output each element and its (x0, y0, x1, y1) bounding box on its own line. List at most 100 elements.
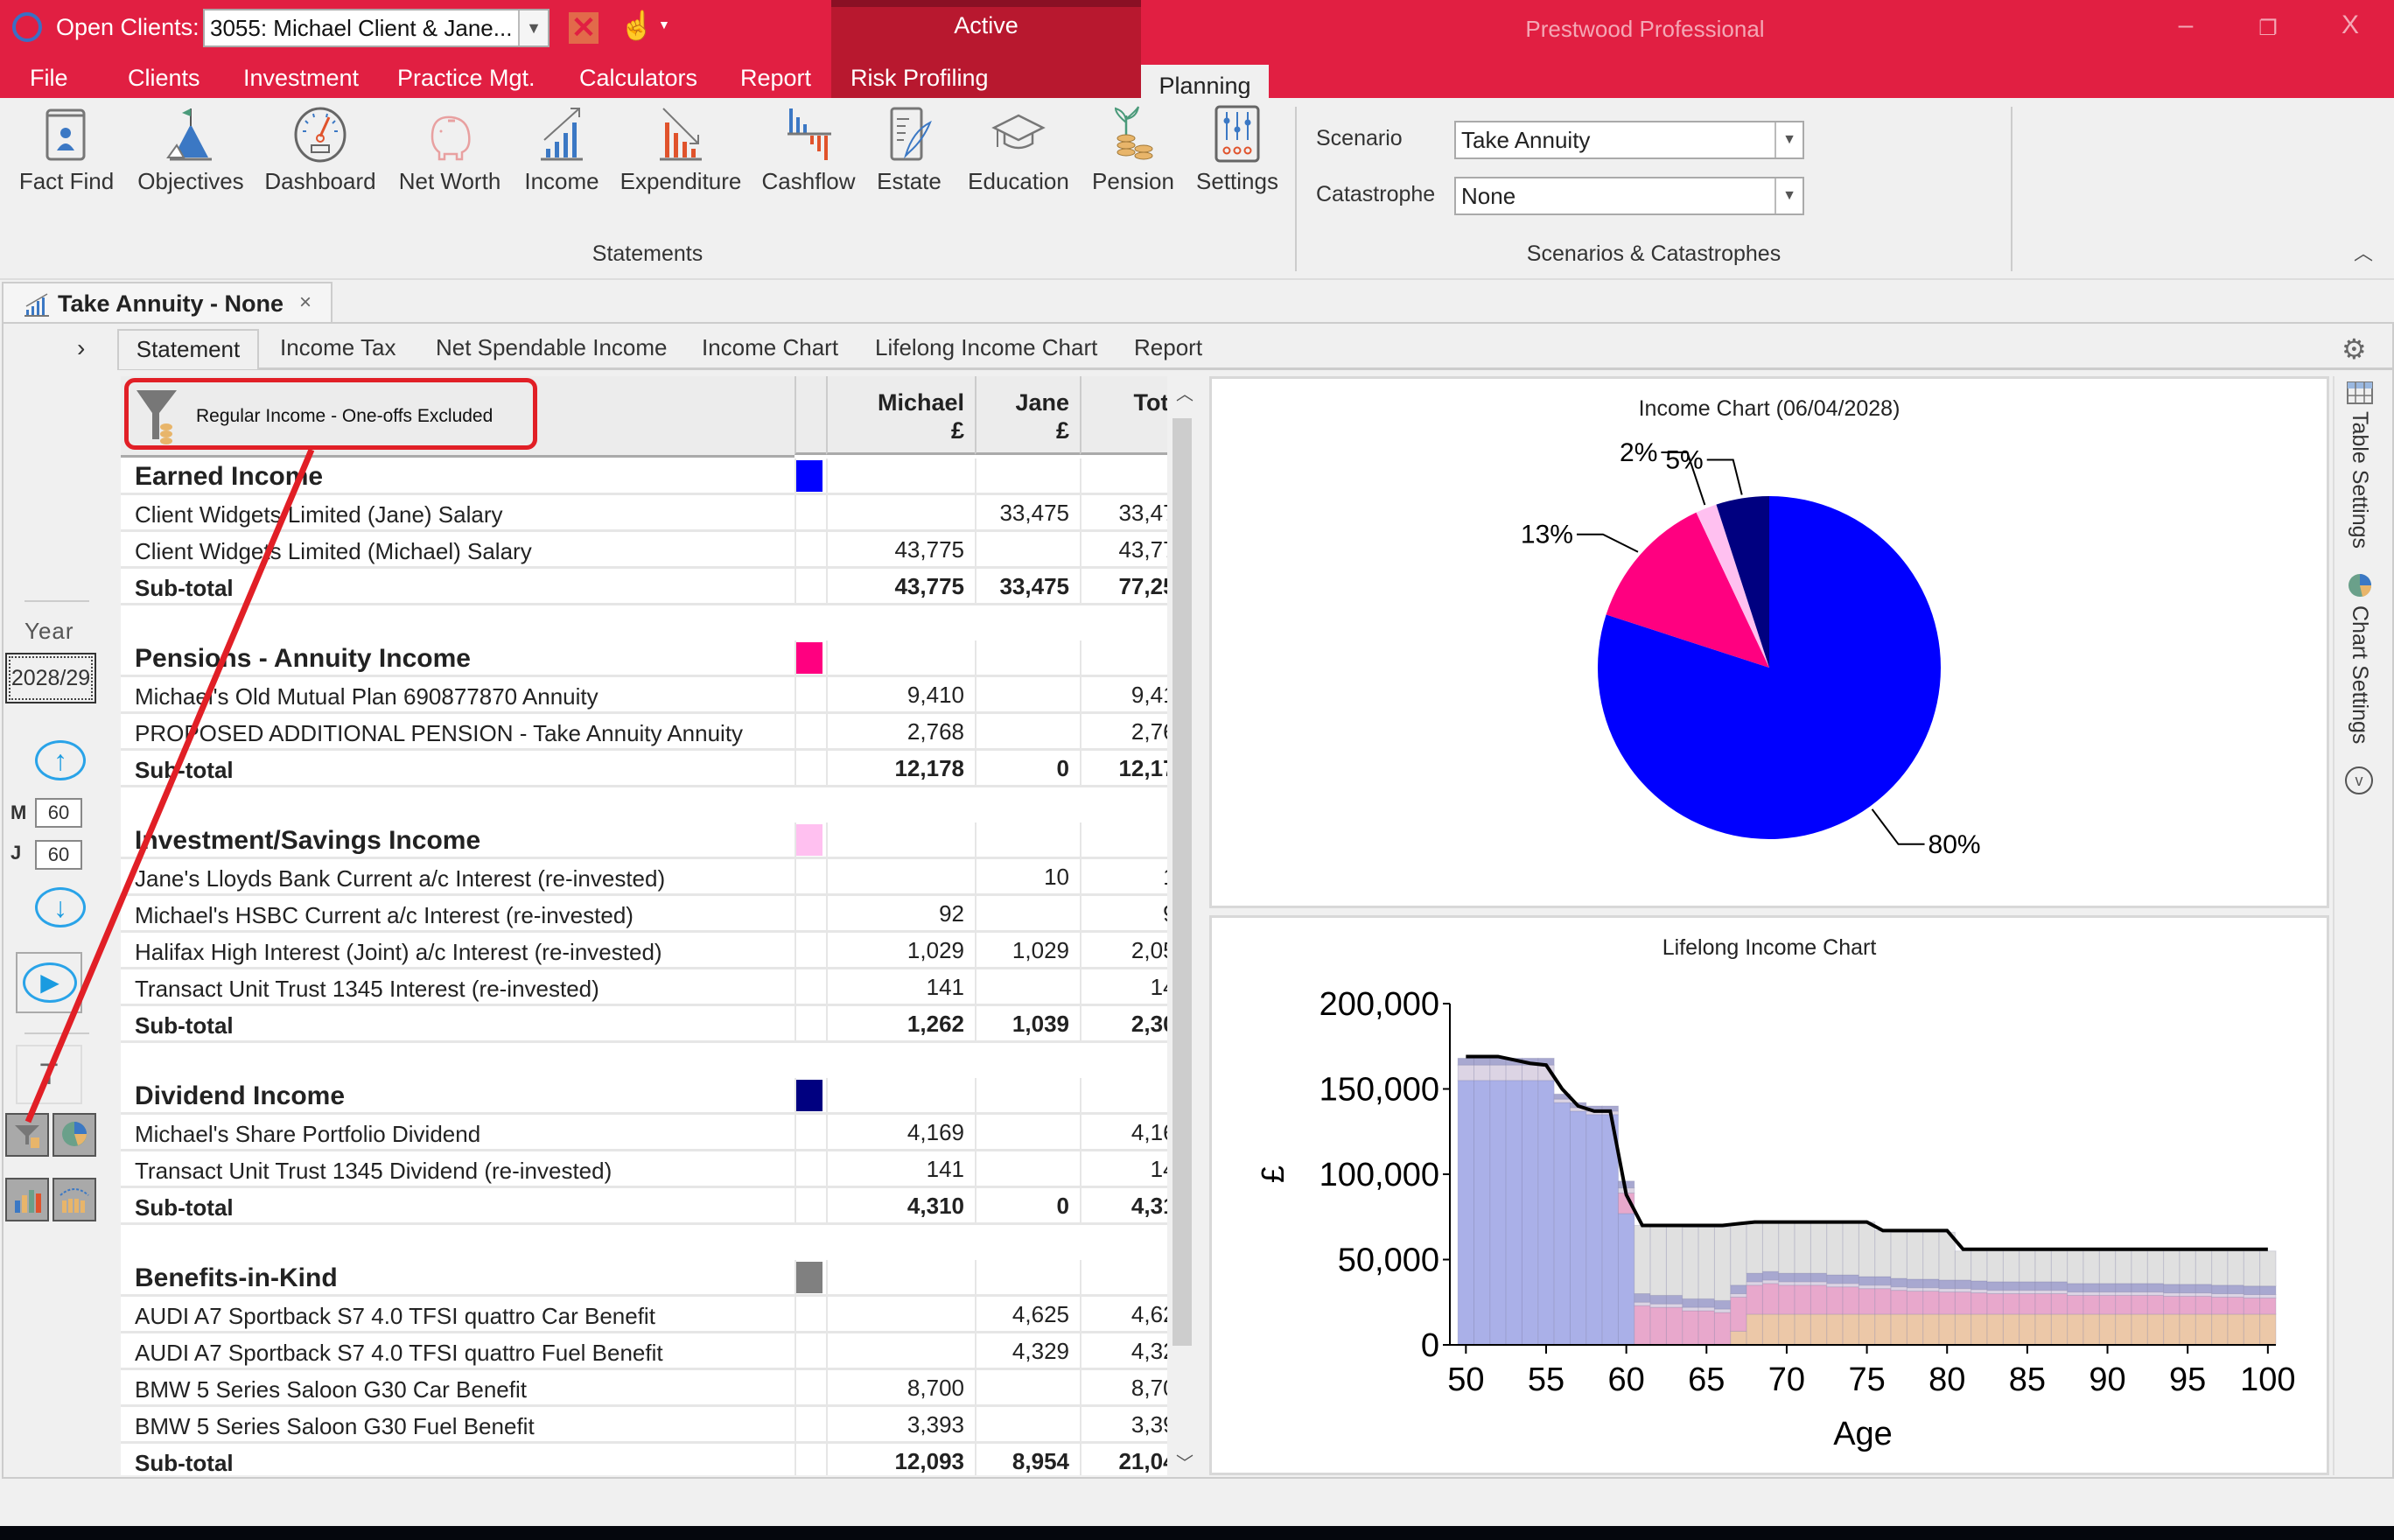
cell-michael: 92 (826, 896, 975, 930)
total-toggle-button[interactable]: T (16, 1045, 82, 1104)
minimize-button[interactable]: – (2160, 10, 2212, 40)
play-button[interactable]: ▶ (16, 952, 82, 1013)
pie-chart-button[interactable] (52, 1113, 96, 1157)
expand-panel-icon[interactable]: › (77, 334, 85, 362)
jane-age-field[interactable]: 60 (35, 840, 82, 870)
ribbon-settings-button[interactable]: Settings (1194, 105, 1281, 195)
menu-report[interactable]: Report (740, 65, 811, 92)
stacked-bar-segment (1810, 1284, 1828, 1315)
ribbon-net-worth-button[interactable]: Net Worth (396, 105, 504, 195)
collapse-side-panel-icon[interactable]: v (2345, 766, 2373, 794)
ribbon-dashboard-button[interactable]: Dashboard (262, 105, 378, 195)
column-header-total: Total£ (1080, 376, 1167, 455)
stacked-bar-segment (1970, 1289, 1988, 1294)
menu-clients[interactable]: Clients (128, 65, 200, 92)
tab-income-chart[interactable]: Income Chart (702, 334, 838, 361)
collapse-ribbon-icon[interactable]: ︿ (2354, 238, 2373, 266)
tab-report[interactable]: Report (1134, 334, 1202, 361)
ribbon-fact-find-button[interactable]: Fact Find (16, 105, 117, 195)
year-value[interactable]: 2028/29 (5, 653, 96, 704)
bar-chart-button[interactable] (5, 1178, 49, 1222)
table-settings-tab[interactable]: Table Settings (2347, 411, 2372, 549)
stacked-bar-segment (1649, 1303, 1667, 1308)
fact-find-icon (46, 108, 86, 161)
ribbon-cashflow-label: Cashflow (761, 168, 856, 194)
cell-michael (826, 1260, 975, 1294)
scenario-select[interactable]: Take Annuity ▼ (1454, 121, 1804, 159)
gear-icon[interactable]: ⚙ (2342, 332, 2367, 366)
close-window-button[interactable]: X (2324, 10, 2376, 40)
net-worth-icon (430, 116, 471, 161)
table-row: Earned Income (121, 458, 1167, 495)
menu-risk-profiling[interactable]: Risk Profiling (850, 65, 989, 92)
filter-button[interactable] (5, 1113, 49, 1157)
chart-settings-tab[interactable]: Chart Settings (2347, 606, 2372, 744)
michael-age-field[interactable]: 60 (35, 798, 82, 828)
scenario-label: Scenario (1316, 126, 1403, 150)
chevron-down-icon[interactable]: ▼ (1774, 178, 1802, 214)
table-scrollbar[interactable]: ︿ ﹀ (1169, 376, 1195, 1475)
stacked-bar-segment (1986, 1290, 2004, 1295)
close-tab-icon[interactable]: × (299, 290, 312, 315)
tab-income-tax[interactable]: Income Tax (280, 334, 396, 361)
menu-file[interactable]: File (30, 65, 68, 92)
open-clients-select[interactable]: 3055: Michael Client & Jane... ▼ (203, 9, 550, 47)
stacked-bar-segment (1778, 1222, 1796, 1274)
cell-jane (975, 1370, 1080, 1404)
stacked-bar-segment (2067, 1250, 2084, 1284)
ribbon-pension-button[interactable]: Pension (1087, 105, 1180, 195)
year-up-button[interactable]: ↑ (35, 740, 86, 780)
menu-practice-mgt[interactable]: Practice Mgt. (397, 65, 536, 92)
ribbon-objectives-label: Objectives (137, 168, 244, 194)
table-row: Sub-total 12,178012,178 (121, 751, 1167, 788)
stacked-bar-segment (1874, 1276, 1892, 1286)
stacked-bar-segment (1473, 1080, 1491, 1346)
cell-michael: 12,178 (826, 751, 975, 785)
ribbon-education-button[interactable]: Education (962, 105, 1074, 195)
ribbon-income-button[interactable]: Income (520, 105, 604, 195)
stacked-bar-segment (1698, 1226, 1715, 1299)
stacked-bar-segment (1553, 1098, 1571, 1103)
ribbon-expenditure-button[interactable]: Expenditure (618, 105, 744, 195)
chevron-down-icon[interactable]: ▼ (658, 18, 670, 32)
hand-pointer-icon[interactable]: ☝ (620, 9, 654, 42)
dashboard-icon (294, 107, 346, 163)
swatch-cell (794, 677, 826, 711)
stacked-bar-segment (1778, 1313, 1796, 1346)
stacked-bar-segment (2034, 1290, 2052, 1295)
scroll-down-icon[interactable]: ﹀ (1176, 1449, 1194, 1474)
ribbon-estate-button[interactable]: Estate (870, 105, 948, 195)
restore-button[interactable]: ❐ (2242, 16, 2294, 41)
cell-jane: 0 (975, 1188, 1080, 1222)
stacked-bar-segment (1778, 1272, 1796, 1283)
stacked-bar-segment (1537, 1080, 1555, 1346)
scrollbar-thumb[interactable] (1172, 418, 1192, 1346)
lifelong-chart-button[interactable] (52, 1178, 96, 1222)
cell-total (1080, 1260, 1167, 1294)
close-client-button[interactable]: ✕ (569, 12, 598, 44)
chevron-down-icon[interactable]: ▼ (518, 10, 548, 46)
catastrophe-select[interactable]: None ▼ (1454, 177, 1804, 215)
stacked-bar-segment (2194, 1292, 2213, 1297)
x-tick-label: 60 (1607, 1362, 1644, 1398)
scroll-up-icon[interactable]: ︿ (1176, 380, 1194, 405)
ribbon-cashflow-button[interactable]: Cashflow (760, 105, 858, 195)
tab-statement[interactable]: Statement (117, 329, 259, 369)
document-tab[interactable]: Take Annuity - None × (2, 282, 332, 324)
table-row: Pensions - Annuity Income (121, 640, 1167, 677)
stacked-bar-segment (2002, 1313, 2020, 1346)
income-pie-chart-panel: Income Chart (06/04/2028) 80% 13% 2% 5% (1209, 376, 2329, 908)
chevron-down-icon[interactable]: ▼ (1774, 122, 1802, 158)
stacked-bar-segment (1922, 1291, 1940, 1315)
stacked-bar-segment (2050, 1281, 2068, 1292)
ribbon-objectives-button[interactable]: Objectives (136, 105, 245, 195)
menu-investment[interactable]: Investment (243, 65, 359, 92)
tab-lifelong-income-chart[interactable]: Lifelong Income Chart (875, 334, 1097, 361)
stacked-bar-segment (1794, 1222, 1811, 1274)
menu-calculators[interactable]: Calculators (579, 65, 697, 92)
year-down-button[interactable]: ↓ (35, 887, 86, 928)
stacked-bar-segment (1794, 1272, 1811, 1283)
cell-michael (826, 859, 975, 893)
section-color-swatch (796, 1080, 822, 1111)
tab-net-spendable-income[interactable]: Net Spendable Income (436, 334, 668, 361)
